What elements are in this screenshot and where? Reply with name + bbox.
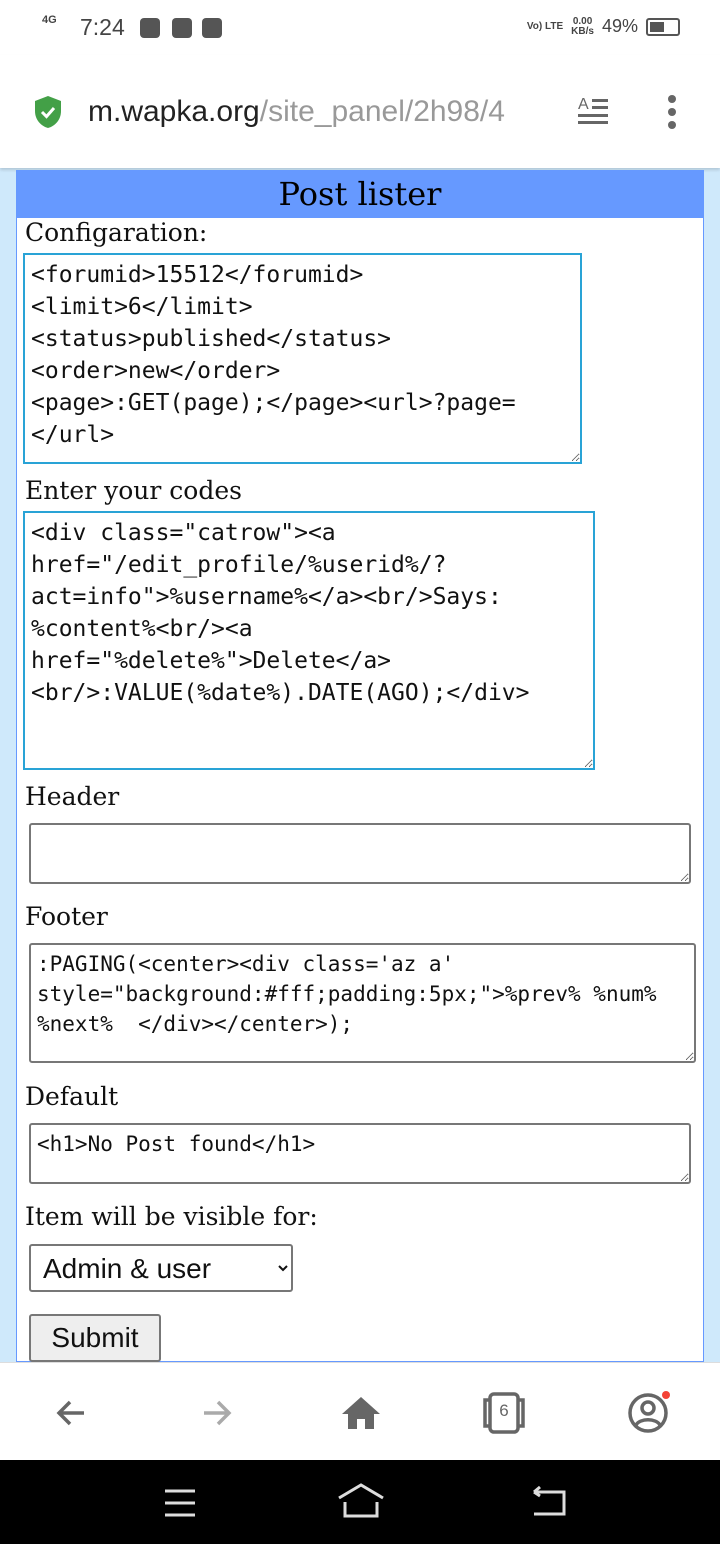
default-label: Default [25,1082,119,1111]
system-home-icon[interactable] [336,1482,386,1518]
shopping-bag-icon [202,18,222,38]
codes-label: Enter your codes [25,476,242,505]
default-textarea[interactable]: <h1>No Post found</h1> [29,1123,691,1184]
svg-text:A: A [578,96,589,113]
facebook-icon [172,18,192,38]
system-back-icon[interactable] [530,1486,570,1518]
browser-toolbar: m.wapka.org/site_panel/2h98/4 A [0,55,720,168]
more-menu-icon[interactable] [660,95,684,131]
network-indicator: 4G [42,14,57,26]
visibility-label: Item will be visible for: [25,1202,318,1231]
header-label: Header [25,782,120,811]
status-bar: 4G 7:24 Vo) LTE 0.00 KB/s 49% [0,0,720,55]
net-speed: 0.00 KB/s [571,15,594,37]
address-bar[interactable]: m.wapka.org/site_panel/2h98/4 [88,95,505,129]
post-lister-form: Post lister Configaration: <forumid>1551… [16,170,704,1362]
secure-shield-icon [35,96,61,128]
system-nav-bar [0,1460,720,1544]
config-textarea[interactable]: <forumid>15512</forumid> <limit>6</limit… [23,253,582,464]
profile-icon[interactable] [626,1391,670,1435]
footer-textarea[interactable]: :PAGING(<center><div class='az a' style=… [29,943,696,1063]
visibility-select[interactable]: Admin & user [29,1244,293,1292]
battery-percent: 49% [601,16,638,36]
battery-icon [646,17,680,36]
clock: 7:24 [80,14,125,40]
tabs-button[interactable]: 6 [482,1391,526,1435]
browser-bottom-nav: 6 [0,1362,720,1460]
forward-arrow-icon[interactable] [194,1391,238,1435]
recents-icon[interactable] [163,1488,197,1518]
back-arrow-icon[interactable] [50,1391,94,1435]
footer-label: Footer [25,902,108,931]
codes-textarea[interactable]: <div class="catrow"><a href="/edit_profi… [23,511,595,770]
reader-mode-icon[interactable]: A [576,95,610,129]
youtube-icon [140,18,160,38]
tab-count: 6 [499,1401,509,1420]
page-title: Post lister [17,170,703,218]
volte-indicator: Vo) LTE [526,20,564,32]
header-textarea[interactable] [29,823,691,884]
home-icon[interactable] [339,1391,383,1435]
submit-button[interactable]: Submit [29,1314,161,1362]
config-label: Configaration: [25,218,208,247]
